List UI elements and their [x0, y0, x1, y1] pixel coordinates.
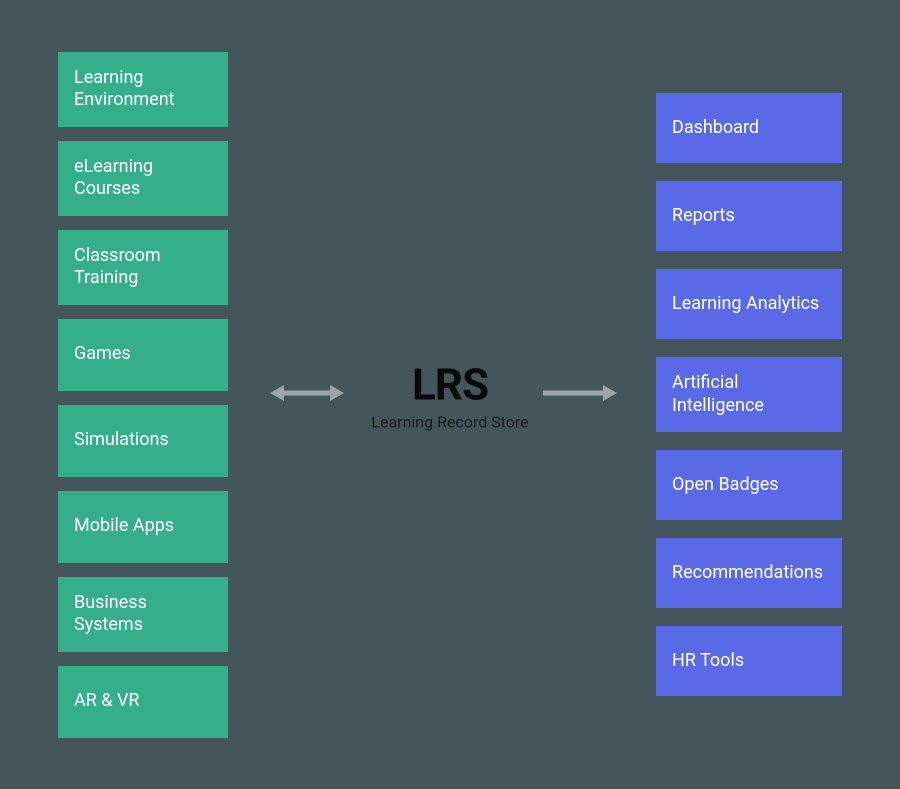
box-label: Reports [672, 205, 735, 228]
box-label: HR Tools [672, 650, 744, 673]
output-consumers-column: Dashboard Reports Learning Analytics Art… [656, 93, 842, 696]
box-label: AR & VR [74, 690, 140, 713]
box-label: Open Badges [672, 474, 779, 497]
box-label: eLearning Courses [74, 156, 212, 201]
lrs-title: LRS [320, 358, 580, 410]
consumer-recommendations: Recommendations [656, 538, 842, 608]
lrs-center: LRS Learning Record Store [320, 358, 580, 431]
consumer-artificial-intelligence: Artificial Intelligence [656, 357, 842, 432]
source-ar-vr: AR & VR [58, 666, 228, 738]
input-sources-column: Learning Environment eLearning Courses C… [58, 52, 228, 738]
box-label: Recommendations [672, 562, 823, 585]
box-label: Artificial Intelligence [672, 372, 826, 417]
source-classroom-training: Classroom Training [58, 230, 228, 305]
lrs-diagram: Learning Environment eLearning Courses C… [0, 0, 900, 789]
box-label: Learning Environment [74, 67, 212, 112]
consumer-reports: Reports [656, 181, 842, 251]
consumer-dashboard: Dashboard [656, 93, 842, 163]
consumer-open-badges: Open Badges [656, 450, 842, 520]
box-label: Learning Analytics [672, 293, 819, 316]
box-label: Games [74, 343, 131, 366]
source-mobile-apps: Mobile Apps [58, 491, 228, 563]
source-games: Games [58, 319, 228, 391]
box-label: Business Systems [74, 592, 212, 637]
box-label: Mobile Apps [74, 515, 174, 538]
consumer-hr-tools: HR Tools [656, 626, 842, 696]
right-arrow-icon [543, 382, 617, 408]
box-label: Simulations [74, 429, 169, 452]
source-elearning-courses: eLearning Courses [58, 141, 228, 216]
source-learning-environment: Learning Environment [58, 52, 228, 127]
source-simulations: Simulations [58, 405, 228, 477]
source-business-systems: Business Systems [58, 577, 228, 652]
lrs-subtitle: Learning Record Store [320, 412, 580, 431]
box-label: Classroom Training [74, 245, 212, 290]
box-label: Dashboard [672, 117, 759, 140]
consumer-learning-analytics: Learning Analytics [656, 269, 842, 339]
